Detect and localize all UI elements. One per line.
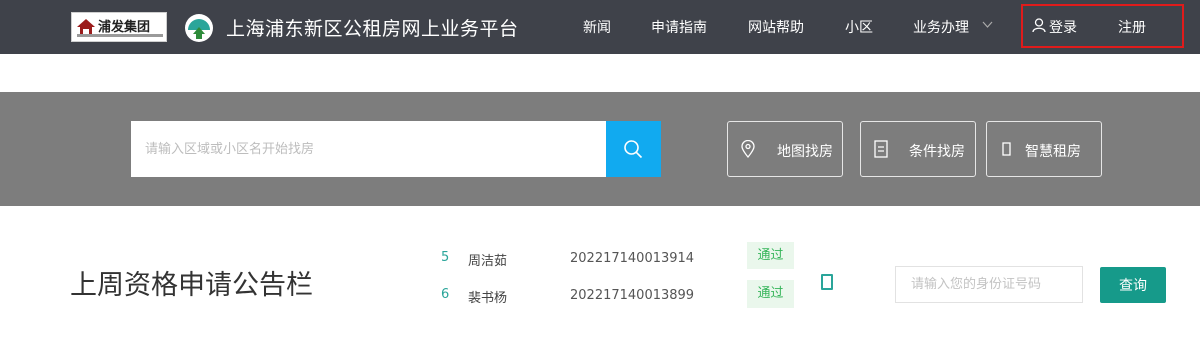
row-application-id: 202217140013914 [570, 251, 695, 266]
register-link[interactable]: 注册 [1118, 17, 1146, 37]
smart-icon [1002, 142, 1011, 156]
status-badge: 通过 [747, 242, 794, 269]
map-search-button[interactable]: 地图找房 [727, 121, 843, 177]
user-icon [1032, 18, 1046, 33]
row-applicant-name: 裴书杨 [468, 291, 508, 306]
smart-rent-button[interactable]: 智慧租房 [986, 121, 1102, 177]
nav-community[interactable]: 小区 [845, 17, 873, 37]
search-button[interactable] [606, 121, 661, 177]
nav-business[interactable]: 业务办理 [913, 17, 969, 37]
smart-rent-label: 智慧租房 [1025, 144, 1081, 160]
site-title: 上海浦东新区公租房网上业务平台 [226, 18, 519, 40]
pufa-logo-subtitle [77, 34, 163, 37]
map-pin-icon [741, 140, 755, 158]
row-number: 5 [441, 250, 450, 265]
filter-search-label: 条件找房 [909, 144, 965, 160]
document-icon [874, 140, 888, 158]
row-applicant-name: 周洁茹 [468, 254, 508, 269]
row-number: 6 [441, 287, 450, 302]
nav-application-guide[interactable]: 申请指南 [651, 17, 707, 37]
login-link[interactable]: 登录 [1049, 17, 1077, 37]
filter-search-button[interactable]: 条件找房 [860, 121, 976, 177]
pufa-group-logo[interactable]: 浦发集团 [71, 12, 167, 42]
search-icon [624, 140, 643, 159]
query-button[interactable]: 查询 [1100, 267, 1166, 303]
board-title: 上周资格申请公告栏 [70, 270, 313, 301]
row-application-id: 202217140013899 [570, 288, 695, 303]
nav-site-help[interactable]: 网站帮助 [748, 17, 804, 37]
platform-logo-icon[interactable] [184, 13, 214, 43]
map-search-label: 地图找房 [777, 144, 833, 160]
status-badge: 通过 [747, 280, 794, 308]
house-search-input[interactable] [131, 121, 606, 177]
id-number-input[interactable] [895, 266, 1083, 303]
nav-news[interactable]: 新闻 [583, 17, 611, 37]
chevron-down-icon[interactable] [982, 20, 993, 29]
pufa-logo-text: 浦发集团 [98, 20, 151, 35]
phone-icon [821, 274, 833, 290]
